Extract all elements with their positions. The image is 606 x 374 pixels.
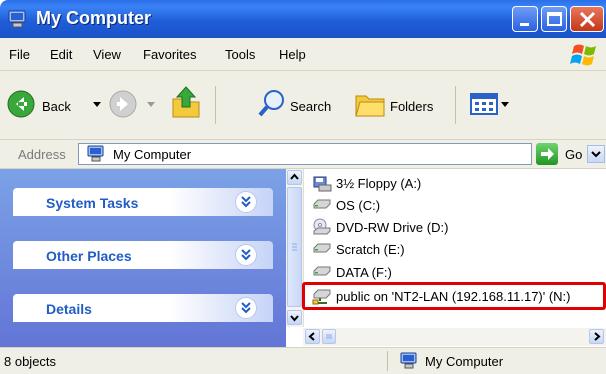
search-button-label[interactable]: Search	[290, 99, 331, 114]
title-bar[interactable]: My Computer	[0, 0, 606, 38]
maximize-button[interactable]	[541, 6, 567, 32]
address-input[interactable]: My Computer	[78, 143, 605, 165]
menu-file[interactable]: File	[9, 47, 30, 62]
chevron-down-icon[interactable]	[235, 297, 257, 319]
file-label: DVD-RW Drive (D:)	[336, 220, 449, 235]
chevron-down-icon[interactable]	[500, 101, 510, 109]
minimize-icon	[520, 23, 529, 26]
scroll-thumb[interactable]	[287, 187, 302, 307]
file-label: Scratch (E:)	[336, 242, 405, 257]
horizontal-scrollbar[interactable]	[303, 328, 606, 346]
menu-help[interactable]: Help	[279, 47, 306, 62]
scroll-left-button[interactable]	[305, 329, 320, 344]
go-arrow-icon	[541, 148, 554, 160]
folders-icon[interactable]	[354, 90, 386, 118]
go-label[interactable]: Go	[565, 147, 582, 162]
folders-button-label[interactable]: Folders	[390, 99, 433, 114]
scroll-up-button[interactable]	[287, 170, 302, 185]
window-title: My Computer	[36, 8, 152, 28]
other-places-header[interactable]: Other Places	[13, 241, 273, 269]
up-folder-icon[interactable]	[170, 85, 202, 119]
highlight-annotation	[302, 282, 606, 310]
floppy-drive-icon	[313, 176, 332, 192]
status-location: My Computer	[425, 354, 504, 369]
chevron-down-icon[interactable]	[92, 101, 102, 109]
scroll-right-button[interactable]	[589, 329, 604, 344]
system-tasks-header[interactable]: System Tasks	[13, 188, 273, 216]
scroll-down-button[interactable]	[287, 310, 302, 325]
scroll-thumb-horizontal[interactable]	[322, 329, 336, 344]
explorer-window: My Computer File Edit View Favorites Too…	[0, 0, 606, 374]
toolbar-separator	[455, 86, 456, 124]
chevron-down-icon	[290, 315, 299, 322]
minimize-button[interactable]	[512, 6, 538, 32]
my-computer-icon	[87, 145, 104, 162]
address-bar: Address My Computer Go	[0, 140, 606, 169]
other-places-label: Other Places	[46, 248, 132, 264]
address-value: My Computer	[113, 147, 192, 162]
toolbar-separator	[215, 86, 216, 124]
maximize-icon	[547, 12, 562, 26]
task-pane: System Tasks Other Places Details	[0, 169, 286, 347]
my-computer-icon	[400, 352, 417, 369]
file-list-pane	[286, 169, 606, 347]
forward-arrow-icon[interactable]	[108, 89, 138, 119]
menu-view[interactable]: View	[93, 47, 121, 62]
file-label: OS (C:)	[336, 198, 381, 213]
go-button[interactable]	[536, 143, 558, 165]
file-label: DATA (F:)	[336, 265, 392, 280]
my-computer-icon	[8, 10, 26, 28]
chevron-down-icon[interactable]	[235, 191, 257, 213]
details-label: Details	[46, 301, 92, 317]
close-icon	[579, 11, 596, 28]
toolbar: Back Search Folders	[0, 71, 606, 140]
hard-drive-icon	[313, 199, 331, 209]
system-tasks-label: System Tasks	[46, 195, 139, 211]
windows-logo-icon	[570, 44, 596, 66]
menu-edit[interactable]: Edit	[50, 47, 72, 62]
hard-drive-icon	[313, 243, 331, 253]
status-bar: 8 objects My Computer	[0, 347, 606, 374]
hard-drive-icon	[313, 266, 331, 276]
grip-icon	[292, 243, 297, 251]
search-icon[interactable]	[257, 88, 287, 120]
chevron-up-icon	[290, 173, 299, 180]
views-icon[interactable]	[469, 90, 499, 118]
close-button[interactable]	[570, 6, 604, 32]
file-label: 3½ Floppy (A:)	[336, 176, 422, 191]
back-button-label[interactable]: Back	[42, 99, 71, 114]
dvd-drive-icon	[313, 218, 331, 235]
menu-tools[interactable]: Tools	[225, 47, 255, 62]
chevron-down-icon[interactable]	[235, 244, 257, 266]
menu-favorites[interactable]: Favorites	[143, 47, 196, 62]
address-label: Address	[18, 147, 66, 162]
address-dropdown-button[interactable]	[587, 145, 605, 163]
object-count: 8 objects	[4, 354, 57, 369]
details-header[interactable]: Details	[13, 294, 273, 322]
chevron-down-icon[interactable]	[146, 101, 156, 109]
chevron-left-icon	[308, 332, 315, 341]
chevron-right-icon	[594, 332, 601, 341]
status-divider	[387, 351, 388, 371]
grip-icon	[326, 334, 332, 339]
menu-bar: File Edit View Favorites Tools Help	[0, 38, 606, 71]
back-arrow-icon[interactable]	[6, 89, 36, 119]
chevron-down-icon	[591, 151, 601, 158]
